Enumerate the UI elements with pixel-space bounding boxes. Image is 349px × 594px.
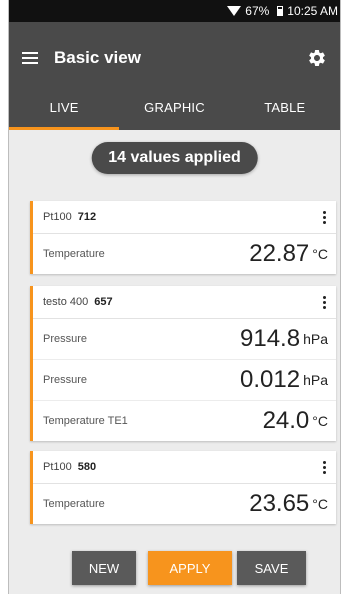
status-bar: 67% 10:25 AM <box>9 0 340 22</box>
reading-label: Temperature <box>43 248 105 260</box>
reading-row: Temperature 22.87 °C <box>33 234 336 274</box>
reading-row: Temperature 23.65 °C <box>33 484 336 524</box>
reading-label: Pressure <box>43 333 88 345</box>
app-bar: Basic view <box>9 22 340 94</box>
device-name: Pt100 <box>43 461 72 473</box>
probe-card: Pt100 712 Temperature 22.87 °C <box>30 201 336 274</box>
reading-value: 0.012 <box>240 366 301 393</box>
battery-icon <box>277 6 284 16</box>
reading-unit: hPa <box>303 331 328 347</box>
reading-unit: °C <box>312 246 328 262</box>
card-header: Pt100 580 <box>33 451 336 484</box>
app-frame: 67% 10:25 AM Basic view LIVE GRAPHIC TAB… <box>8 0 341 594</box>
live-content: 14 values applied Pt100 712 Temperature … <box>9 130 340 594</box>
device-name: Pt100 <box>43 211 72 223</box>
reading-label: Temperature TE1 <box>43 415 128 427</box>
clock: 10:25 AM <box>287 4 338 18</box>
new-button[interactable]: NEW <box>72 551 136 585</box>
reading-row: Pressure 914.8 hPa <box>33 319 336 360</box>
more-options-icon[interactable] <box>312 286 336 318</box>
tab-table[interactable]: TABLE <box>230 94 340 130</box>
gear-icon[interactable] <box>307 48 327 68</box>
card-header: testo 400 657 <box>33 286 336 319</box>
more-options-icon[interactable] <box>312 451 336 483</box>
card-header: Pt100 712 <box>33 201 336 234</box>
reading-value: 24.0 <box>262 407 310 434</box>
wifi-icon <box>227 6 242 16</box>
device-serial: 580 <box>77 461 97 473</box>
values-applied-toast: 14 values applied <box>91 142 258 174</box>
reading-label: Pressure <box>43 374 88 386</box>
reading-unit: °C <box>312 413 328 429</box>
reading-row: Pressure 0.012 hPa <box>33 360 336 401</box>
probe-card: testo 400 657 Pressure 914.8 hPa Pressur… <box>30 286 336 441</box>
reading-value: 22.87 <box>249 240 310 267</box>
tab-bar: LIVE GRAPHIC TABLE <box>9 94 340 130</box>
save-button[interactable]: SAVE <box>237 551 306 585</box>
reading-value: 23.65 <box>249 490 310 517</box>
more-options-icon[interactable] <box>312 201 336 233</box>
apply-button[interactable]: APPLY <box>148 551 232 585</box>
tab-graphic[interactable]: GRAPHIC <box>119 94 229 130</box>
reading-unit: °C <box>312 496 328 512</box>
device-serial: 712 <box>77 211 97 223</box>
menu-icon[interactable] <box>22 52 38 64</box>
battery-level: 67% <box>245 4 270 18</box>
probe-card: Pt100 580 Temperature 23.65 °C <box>30 451 336 524</box>
reading-unit: hPa <box>303 372 328 388</box>
tab-live[interactable]: LIVE <box>9 94 120 130</box>
reading-value: 914.8 <box>240 325 301 352</box>
reading-row: Temperature TE1 24.0 °C <box>33 401 336 441</box>
device-serial: 657 <box>94 296 113 308</box>
device-name: testo 400 <box>43 296 89 308</box>
reading-label: Temperature <box>43 498 105 510</box>
page-title: Basic view <box>54 48 141 67</box>
